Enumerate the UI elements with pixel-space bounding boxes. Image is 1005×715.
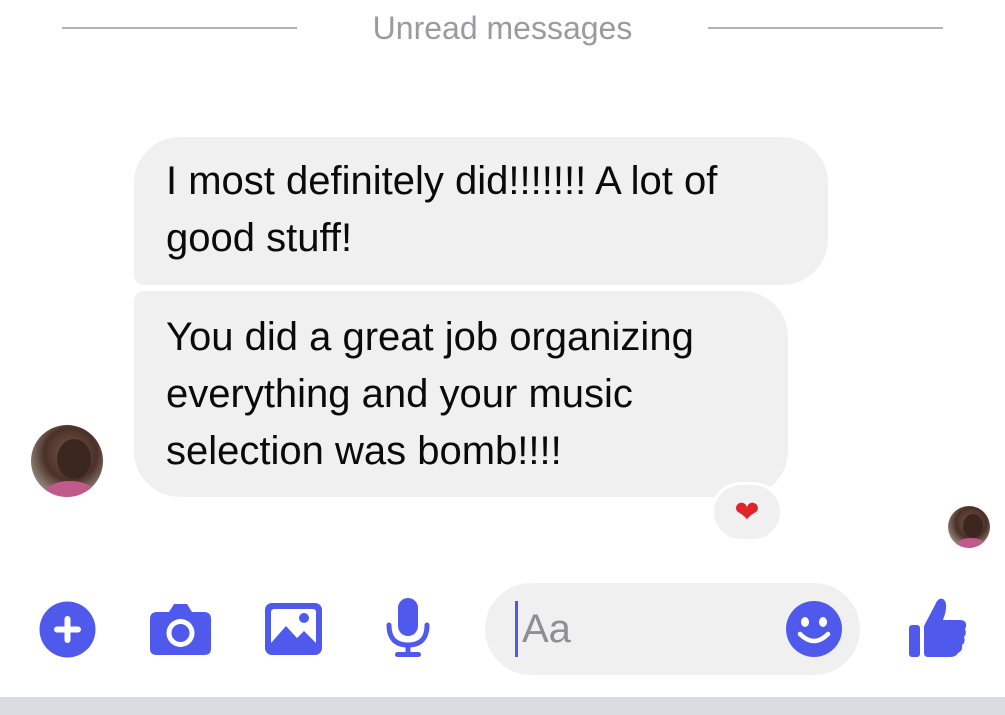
message-bubble[interactable]: You did a great job organizing everythin… bbox=[134, 291, 788, 497]
message-bubble[interactable]: I most definitely did!!!!!!! A lot of go… bbox=[134, 137, 828, 285]
read-receipt-avatar bbox=[948, 506, 990, 548]
heart-icon: ❤ bbox=[734, 494, 760, 530]
text-caret bbox=[515, 601, 518, 657]
divider-line-left bbox=[62, 27, 297, 29]
message-input[interactable]: Aa bbox=[485, 583, 860, 675]
camera-icon[interactable] bbox=[149, 602, 212, 656]
plus-icon[interactable] bbox=[39, 601, 96, 658]
message-input-placeholder: Aa bbox=[522, 607, 571, 651]
emoji-icon[interactable] bbox=[785, 600, 843, 658]
thumbs-up-icon[interactable] bbox=[908, 596, 968, 658]
image-icon[interactable] bbox=[264, 602, 323, 656]
unread-messages-divider: Unread messages bbox=[372, 10, 633, 46]
microphone-icon[interactable] bbox=[386, 597, 430, 659]
bottom-bar bbox=[0, 697, 1005, 715]
sender-avatar[interactable] bbox=[31, 425, 103, 497]
heart-reaction-badge[interactable]: ❤ bbox=[711, 482, 783, 542]
divider-line-right bbox=[708, 27, 943, 29]
